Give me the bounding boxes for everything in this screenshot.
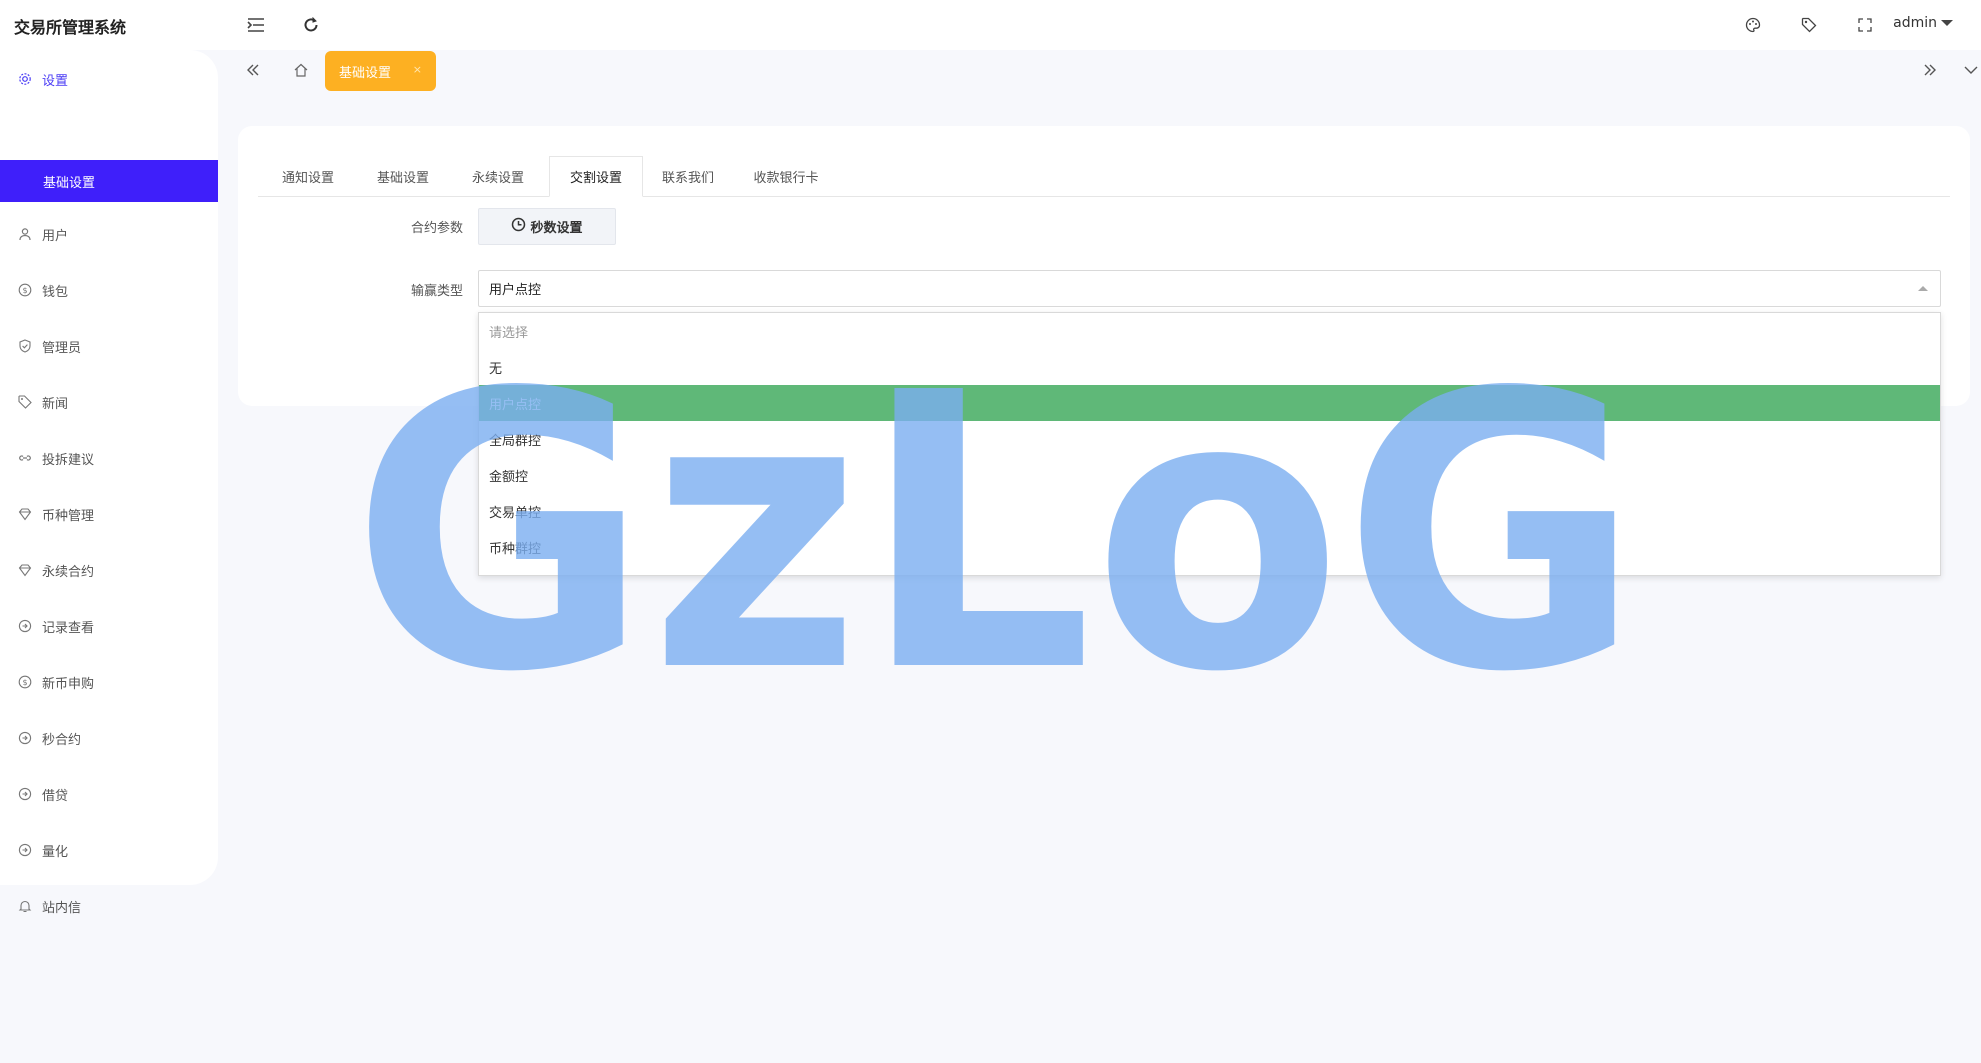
sidebar-item-user[interactable]: 用户: [0, 215, 218, 253]
tag-icon: [17, 395, 32, 410]
home-icon[interactable]: [287, 56, 315, 84]
gear-icon: [17, 72, 32, 87]
sidebar-item-messages[interactable]: 站内信: [0, 887, 218, 925]
fullscreen-icon[interactable]: [1853, 13, 1877, 37]
sidebar-item-label: 量化: [42, 844, 69, 860]
sidebar-item-label: 投拆建议: [42, 452, 95, 468]
sidebar-item-new-coin-subscription[interactable]: $ 新币申购: [0, 663, 218, 701]
svg-text:$: $: [22, 286, 27, 295]
sidebar-item-label: 借贷: [42, 788, 69, 804]
settings-tabs: 通知设置 基础设置 永续设置 交割设置 联系我们 收款银行卡: [258, 156, 1950, 197]
clock-icon: [511, 217, 526, 236]
sidebar-item-label: 记录查看: [42, 620, 95, 636]
sidebar-item-admin[interactable]: 管理员: [0, 327, 218, 365]
username: admin: [1893, 15, 1937, 31]
tab-notification-settings[interactable]: 通知设置: [268, 156, 348, 197]
tab-perpetual-settings[interactable]: 永续设置: [458, 156, 538, 197]
cycle-icon: [17, 731, 32, 746]
seconds-settings-button[interactable]: 秒数设置: [478, 208, 616, 245]
winloss-type-dropdown: 请选择 无 用户点控 全局群控 金额控 交易单控 币种群控: [478, 312, 1941, 576]
seconds-settings-label: 秒数设置: [530, 221, 583, 236]
sidebar-item-label: 币种管理: [42, 508, 95, 524]
chevron-up-icon: [1918, 286, 1928, 291]
sidebar-item-news[interactable]: 新闻: [0, 383, 218, 421]
dollar-icon: $: [17, 283, 32, 298]
sidebar-item-label: 秒合约: [42, 732, 82, 748]
tab-delivery-settings[interactable]: 交割设置: [549, 156, 643, 197]
sidebar-item-perpetual-contract[interactable]: 永续合约: [0, 551, 218, 589]
sidebar-item-label: 钱包: [42, 284, 69, 300]
menu-collapse-icon[interactable]: [244, 13, 268, 37]
dollar-icon: $: [17, 675, 32, 690]
winloss-type-select[interactable]: 用户点控: [478, 270, 1941, 307]
sidebar-item-loan[interactable]: 借贷: [0, 775, 218, 813]
dropdown-option[interactable]: 币种群控: [479, 529, 1940, 565]
bell-icon: [17, 899, 32, 914]
winloss-type-label: 输赢类型: [410, 284, 463, 299]
diamond-icon: [17, 507, 32, 522]
tag-icon[interactable]: [1797, 13, 1821, 37]
sidebar-item-label: 基础设置: [43, 175, 96, 191]
page-tab-basic-settings[interactable]: 基础设置 ×: [325, 51, 436, 91]
link-icon: [17, 451, 32, 466]
dropdown-option[interactable]: 请选择: [479, 313, 1940, 349]
tab-bank-card[interactable]: 收款银行卡: [736, 156, 836, 197]
sidebar-item-label: 永续合约: [42, 564, 95, 580]
chevron-down-icon: [1941, 20, 1953, 26]
sidebar-item-currency-management[interactable]: 币种管理: [0, 495, 218, 533]
close-icon[interactable]: ×: [413, 63, 422, 76]
theme-palette-icon[interactable]: [1741, 13, 1765, 37]
tabs-scroll-left-icon[interactable]: [239, 56, 267, 84]
select-value: 用户点控: [489, 283, 542, 298]
refresh-icon[interactable]: [299, 13, 323, 37]
sidebar-item-label: 管理员: [42, 340, 82, 356]
dropdown-option[interactable]: 金额控: [479, 457, 1940, 493]
sidebar-item-label: 站内信: [42, 900, 82, 916]
tab-basic-settings[interactable]: 基础设置: [363, 156, 443, 197]
sidebar-item-quant[interactable]: 量化: [0, 831, 218, 869]
sidebar-item-basic-settings[interactable]: 基础设置: [0, 160, 218, 202]
tabs-menu-chevron-down-icon[interactable]: [1957, 56, 1981, 84]
dropdown-option[interactable]: 交易单控: [479, 493, 1940, 529]
sidebar-item-label: 新币申购: [42, 676, 95, 692]
top-bar: 交易所管理系统 admin: [0, 0, 1981, 50]
user-icon: [17, 227, 32, 242]
cycle-icon: [17, 787, 32, 802]
sidebar-item-label: 设置: [42, 73, 69, 89]
user-menu[interactable]: admin: [1893, 15, 1953, 31]
sidebar-item-wallet[interactable]: $ 钱包: [0, 271, 218, 309]
sidebar-item-records[interactable]: 记录查看: [0, 607, 218, 645]
cycle-icon: [17, 619, 32, 634]
page-tab-label: 基础设置: [339, 65, 392, 81]
app-title: 交易所管理系统: [14, 18, 127, 37]
dropdown-option[interactable]: 全局群控: [479, 421, 1940, 457]
shield-icon: [17, 339, 32, 354]
sidebar-item-label: 新闻: [42, 396, 69, 412]
tab-contact-us[interactable]: 联系我们: [648, 156, 728, 197]
sidebar-item-complaints[interactable]: 投拆建议: [0, 439, 218, 477]
sidebar: 设置 基础设置 用户 $ 钱包 管理员 新闻 投拆建议 币种管理 永续合约 记录…: [0, 50, 218, 916]
sidebar-item-settings[interactable]: 设置: [0, 60, 218, 98]
sidebar-item-second-contract[interactable]: 秒合约: [0, 719, 218, 757]
tabs-scroll-right-icon[interactable]: [1916, 56, 1944, 84]
contract-params-label: 合约参数: [410, 221, 463, 236]
sidebar-item-label: 用户: [42, 228, 69, 244]
diamond-icon: [17, 563, 32, 578]
svg-text:$: $: [22, 678, 27, 687]
dropdown-option-selected[interactable]: 用户点控: [479, 385, 1940, 421]
dropdown-option[interactable]: 无: [479, 349, 1940, 385]
cycle-icon: [17, 843, 32, 858]
